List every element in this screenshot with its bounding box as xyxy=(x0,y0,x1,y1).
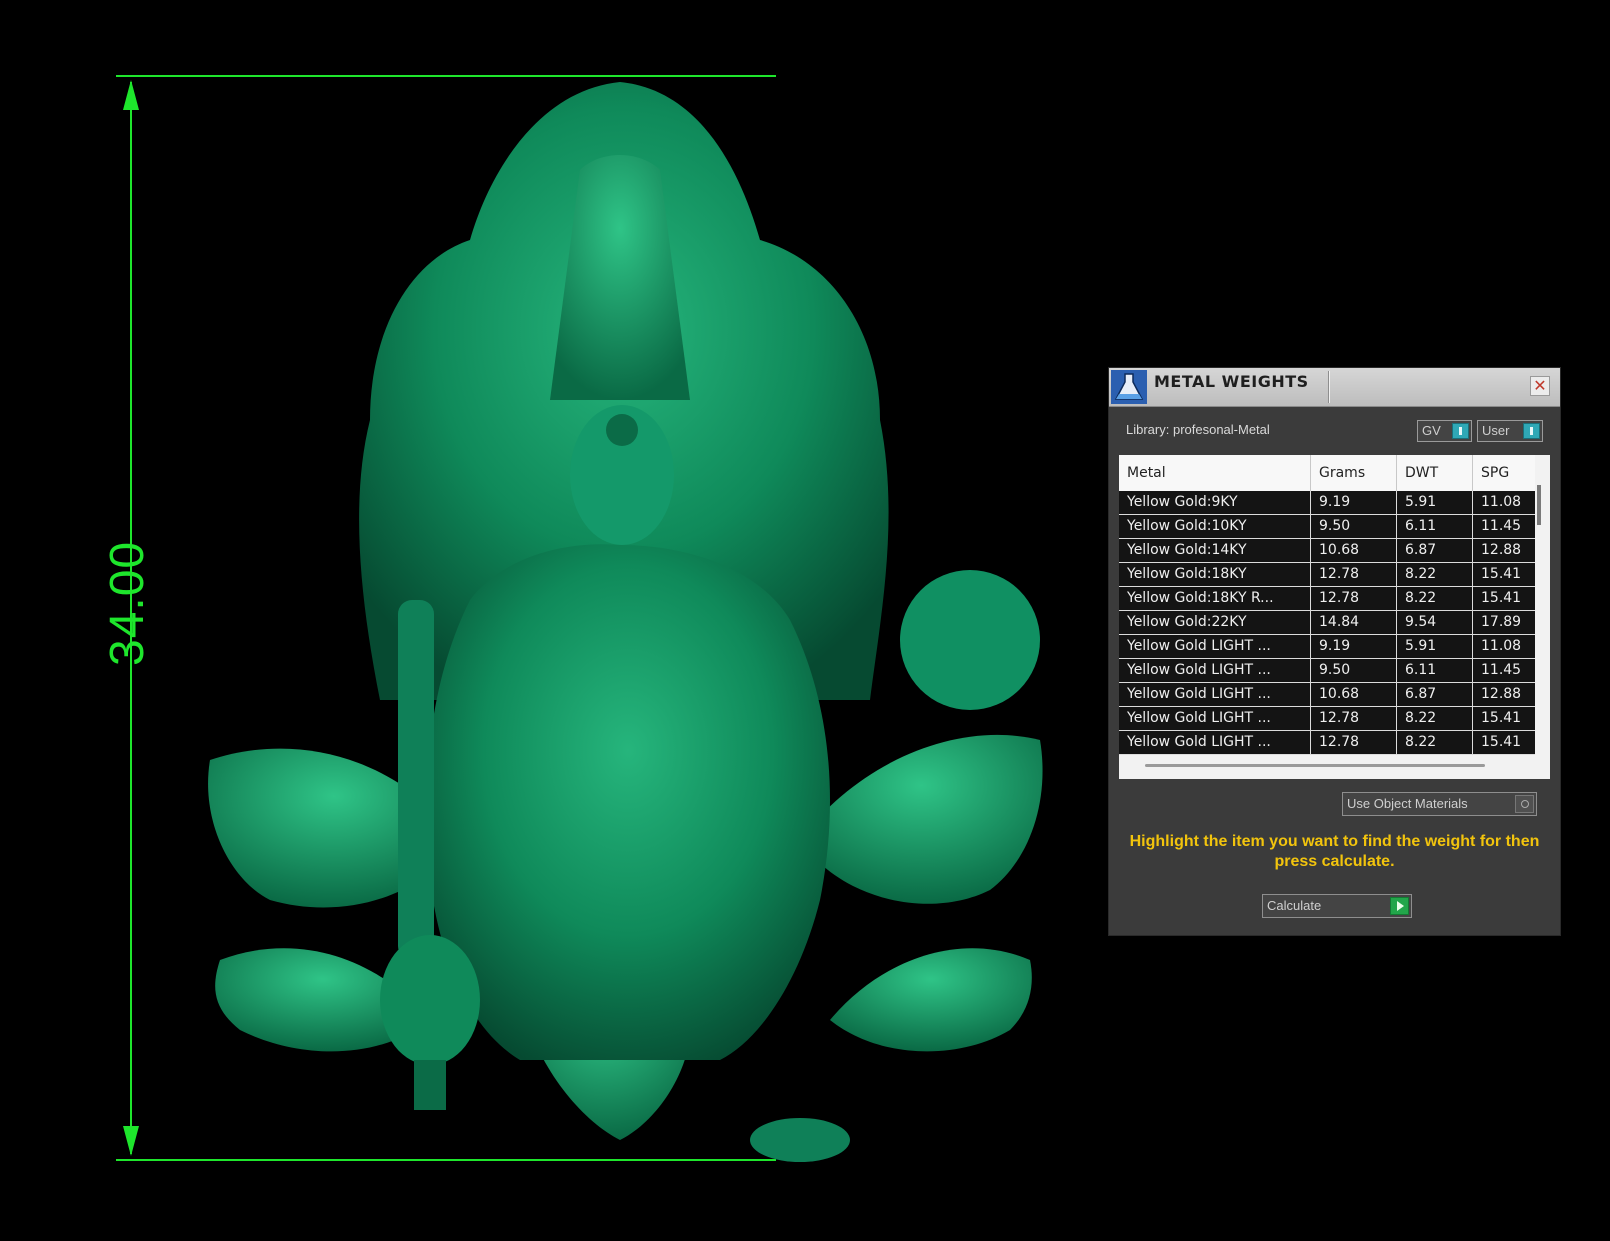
cell-spg: 15.41 xyxy=(1481,710,1522,726)
user-toggle[interactable]: User xyxy=(1477,420,1543,442)
cell-grams: 12.78 xyxy=(1311,731,1397,754)
gv-toggle-label: GV xyxy=(1422,423,1441,438)
cell-metal: Yellow Gold LIGHT ... xyxy=(1119,635,1311,658)
cell-grams: 10.68 xyxy=(1311,683,1397,706)
column-header-spg[interactable]: SPG xyxy=(1473,455,1535,491)
panel-titlebar[interactable]: METAL WEIGHTS ✕ xyxy=(1109,368,1560,407)
table-row[interactable]: Yellow Gold LIGHT ... 12.78 8.22 15.41 xyxy=(1119,707,1535,731)
cell-metal: Yellow Gold:18KY xyxy=(1119,563,1311,586)
table-row[interactable]: Yellow Gold LIGHT ... 9.50 6.11 11.45 xyxy=(1119,659,1535,683)
cell-grams: 9.50 xyxy=(1311,659,1397,682)
table-row[interactable]: Yellow Gold:18KY 12.78 8.22 15.41 xyxy=(1119,563,1535,587)
cell-grams: 12.78 xyxy=(1311,707,1397,730)
cell-spg: 15.41 xyxy=(1481,734,1522,750)
gv-toggle[interactable]: GV xyxy=(1417,420,1472,442)
deity-model xyxy=(208,82,1043,1162)
cell-spg: 17.89 xyxy=(1481,614,1522,630)
cell-dwt: 8.22 xyxy=(1397,731,1473,754)
column-header-metal[interactable]: Metal xyxy=(1119,455,1311,491)
cell-dwt: 8.22 xyxy=(1397,587,1473,610)
cell-metal: Yellow Gold LIGHT ... xyxy=(1119,731,1311,754)
use-object-materials-toggle[interactable]: Use Object Materials xyxy=(1342,792,1537,816)
metal-weights-panel: METAL WEIGHTS ✕ Library: profesonal-Meta… xyxy=(1109,368,1560,935)
title-separator xyxy=(1328,371,1330,403)
cell-dwt: 9.54 xyxy=(1397,611,1473,634)
vertical-scrollbar[interactable] xyxy=(1537,485,1541,525)
hint-text: Highlight the item you want to find the … xyxy=(1129,833,1540,870)
cell-grams: 9.19 xyxy=(1311,491,1397,514)
table-row[interactable]: Yellow Gold:9KY 9.19 5.91 11.08 xyxy=(1119,491,1535,515)
calculate-button[interactable]: Calculate xyxy=(1262,894,1412,918)
cell-metal: Yellow Gold LIGHT ... xyxy=(1119,659,1311,682)
cell-grams: 12.78 xyxy=(1311,587,1397,610)
cell-dwt: 6.11 xyxy=(1397,515,1473,538)
metals-table: Metal Grams DWT SPG Yellow Gold:9KY 9.19 5… xyxy=(1119,455,1550,779)
dimension-arrow-top xyxy=(123,80,139,110)
table-body: Yellow Gold:9KY 9.19 5.91 11.08 Yellow Gold:… xyxy=(1119,491,1535,755)
cell-spg: 11.08 xyxy=(1481,494,1522,510)
cell-spg: 15.41 xyxy=(1481,566,1522,582)
cell-metal: Yellow Gold LIGHT ... xyxy=(1119,707,1311,730)
cell-grams: 10.68 xyxy=(1311,539,1397,562)
cell-grams: 14.84 xyxy=(1311,611,1397,634)
cell-dwt: 8.22 xyxy=(1397,563,1473,586)
cell-metal: Yellow Gold:22KY xyxy=(1119,611,1311,634)
radio-icon xyxy=(1515,795,1534,813)
toggle-knob-icon xyxy=(1452,423,1469,439)
close-icon[interactable]: ✕ xyxy=(1530,376,1550,396)
cell-metal: Yellow Gold:9KY xyxy=(1119,491,1311,514)
column-header-dwt[interactable]: DWT xyxy=(1397,455,1473,491)
cell-dwt: 6.87 xyxy=(1397,539,1473,562)
horizontal-scrollbar[interactable] xyxy=(1145,764,1485,767)
table-header: Metal Grams DWT SPG xyxy=(1119,455,1535,491)
toggle-knob-icon xyxy=(1523,423,1540,439)
calculate-label: Calculate xyxy=(1267,898,1322,913)
panel-title: METAL WEIGHTS xyxy=(1154,372,1309,391)
dimension-arrow-bottom xyxy=(123,1126,139,1156)
column-header-grams[interactable]: Grams xyxy=(1311,455,1397,491)
cell-spg: 11.45 xyxy=(1481,518,1522,534)
cell-metal: Yellow Gold:14KY xyxy=(1119,539,1311,562)
viewport: 34.00 METAL WEIGHTS ✕ Library: profesona… xyxy=(0,0,1610,1241)
cell-spg: 15.41 xyxy=(1481,590,1522,606)
cell-grams: 12.78 xyxy=(1311,563,1397,586)
table-row[interactable]: Yellow Gold:18KY R... 12.78 8.22 15.41 xyxy=(1119,587,1535,611)
cell-metal: Yellow Gold LIGHT ... xyxy=(1119,683,1311,706)
cell-metal: Yellow Gold:10KY xyxy=(1119,515,1311,538)
table-row[interactable]: Yellow Gold LIGHT ... 12.78 8.22 15.41 xyxy=(1119,731,1535,755)
cell-dwt: 8.22 xyxy=(1397,707,1473,730)
cell-dwt: 6.87 xyxy=(1397,683,1473,706)
table-row[interactable]: Yellow Gold:22KY 14.84 9.54 17.89 xyxy=(1119,611,1535,635)
cell-dwt: 5.91 xyxy=(1397,491,1473,514)
cell-dwt: 6.11 xyxy=(1397,659,1473,682)
cell-spg: 11.08 xyxy=(1481,638,1522,654)
cell-spg: 12.88 xyxy=(1481,542,1522,558)
table-row[interactable]: Yellow Gold:14KY 10.68 6.87 12.88 xyxy=(1119,539,1535,563)
user-toggle-label: User xyxy=(1482,423,1510,438)
flask-icon xyxy=(1111,370,1147,404)
cell-spg: 11.45 xyxy=(1481,662,1522,678)
cell-metal: Yellow Gold:18KY R... xyxy=(1119,587,1311,610)
cell-grams: 9.50 xyxy=(1311,515,1397,538)
cell-spg: 12.88 xyxy=(1481,686,1522,702)
play-icon xyxy=(1390,897,1409,915)
cell-dwt: 5.91 xyxy=(1397,635,1473,658)
use-object-materials-label: Use Object Materials xyxy=(1347,796,1468,811)
dimension-value: 34.00 xyxy=(101,540,154,666)
library-label: Library: profesonal-Metal xyxy=(1126,422,1270,437)
cell-grams: 9.19 xyxy=(1311,635,1397,658)
table-row[interactable]: Yellow Gold LIGHT ... 10.68 6.87 12.88 xyxy=(1119,683,1535,707)
table-row[interactable]: Yellow Gold:10KY 9.50 6.11 11.45 xyxy=(1119,515,1535,539)
table-row[interactable]: Yellow Gold LIGHT ... 9.19 5.91 11.08 xyxy=(1119,635,1535,659)
